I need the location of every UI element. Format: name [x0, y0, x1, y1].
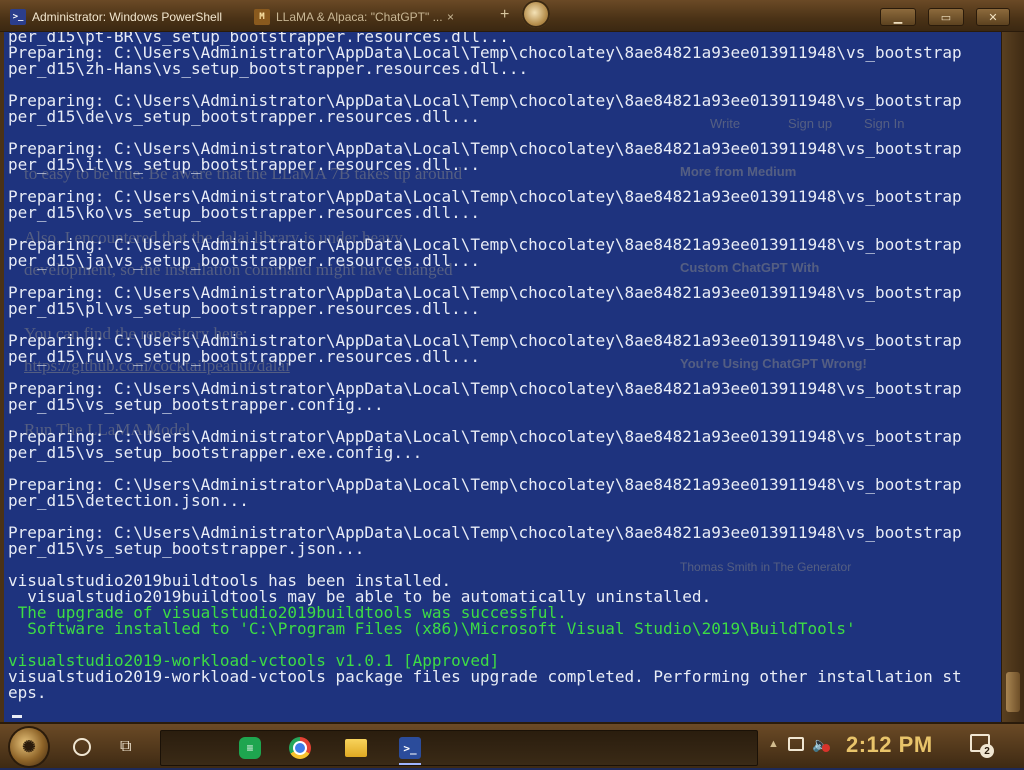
powershell-icon: >_: [399, 737, 421, 759]
tab-browser-title: LLaMA & Alpaca: "ChatGPT" ...: [276, 10, 443, 24]
taskbar: ✺ ⧉ ≡ >_ ▲ 🔈 2:12 PM 2: [0, 722, 1024, 768]
console-scrollbar[interactable]: [1001, 32, 1024, 722]
console-line: per_d15\de\vs_setup_bootstrapper.resourc…: [8, 107, 481, 126]
console-line: visualstudio2019-workload-vctools packag…: [8, 667, 962, 686]
taskbar-app-file-explorer[interactable]: [341, 735, 371, 761]
close-button[interactable]: ✕: [976, 8, 1010, 26]
start-icon: ✺: [22, 739, 36, 756]
folder-icon: [345, 739, 367, 757]
tab-close-icon[interactable]: ×: [447, 10, 454, 24]
cortana-search-icon[interactable]: [73, 738, 91, 756]
task-view-icon: ⧉: [120, 736, 132, 755]
console-line: per_d15\vs_setup_bootstrapper.exe.config…: [8, 443, 423, 462]
pinned-apps: ≡ >_: [160, 730, 758, 766]
console-line: per_d15\ja\vs_setup_bootstrapper.resourc…: [8, 251, 481, 270]
tab-browser[interactable]: M LLaMA & Alpaca: "ChatGPT" ... ×: [254, 6, 454, 28]
medium-icon: M: [254, 9, 270, 25]
tab-powershell[interactable]: >_ Administrator: Windows PowerShell: [10, 6, 245, 28]
chrome-icon: [289, 737, 311, 759]
minimize-button[interactable]: ▁: [880, 8, 916, 26]
tab-powershell-title: Administrator: Windows PowerShell: [32, 10, 223, 24]
console-line: per_d15\detection.json...: [8, 491, 249, 510]
console-line: per_d15\ru\vs_setup_bootstrapper.resourc…: [8, 347, 481, 366]
system-tray: ▲ 🔈 2:12 PM 2: [764, 724, 1024, 770]
scrollbar-thumb[interactable]: [1006, 672, 1020, 712]
taskbar-clock[interactable]: 2:12 PM: [846, 732, 933, 758]
maximize-button[interactable]: ▭: [928, 8, 964, 26]
network-icon[interactable]: [788, 737, 804, 751]
console-line: Software installed to 'C:\Program Files …: [8, 619, 856, 638]
maximize-icon: ▭: [940, 11, 952, 24]
show-hidden-icons-icon[interactable]: ▲: [768, 738, 779, 750]
sheets-icon: ≡: [239, 737, 261, 759]
console-line: per_d15\zh-Hans\vs_setup_bootstrapper.re…: [8, 59, 529, 78]
window-titlebar: >_ Administrator: Windows PowerShell M L…: [0, 0, 1024, 32]
close-icon: ✕: [988, 11, 998, 24]
console-line: per_d15\ko\vs_setup_bootstrapper.resourc…: [8, 203, 481, 222]
start-button[interactable]: ✺: [10, 728, 48, 766]
minimize-icon: ▁: [893, 11, 903, 24]
console-output: per_d15\pt-BR\vs_setup_bootstrapper.reso…: [8, 32, 962, 701]
text-cursor: [12, 715, 22, 718]
new-tab-button[interactable]: +: [500, 6, 509, 24]
taskbar-app-chrome[interactable]: [285, 735, 315, 761]
console-line: per_d15\it\vs_setup_bootstrapper.resourc…: [8, 155, 481, 174]
console-line: per_d15\pl\vs_setup_bootstrapper.resourc…: [8, 299, 481, 318]
taskbar-app-powershell[interactable]: >_: [395, 735, 425, 765]
task-view-button[interactable]: ⧉: [120, 736, 131, 756]
powershell-console[interactable]: to easy to be true. Be aware that the LL…: [0, 32, 1001, 722]
notification-count-badge: 2: [980, 744, 994, 758]
console-line: per_d15\vs_setup_bootstrapper.json...: [8, 539, 365, 558]
console-line: per_d15\vs_setup_bootstrapper.config...: [8, 395, 384, 414]
muted-badge-icon: [822, 744, 830, 752]
theme-ornament-icon: [522, 0, 550, 28]
taskbar-app-sheets[interactable]: ≡: [235, 735, 265, 761]
console-line: eps.: [8, 683, 47, 702]
powershell-icon: >_: [10, 9, 26, 25]
